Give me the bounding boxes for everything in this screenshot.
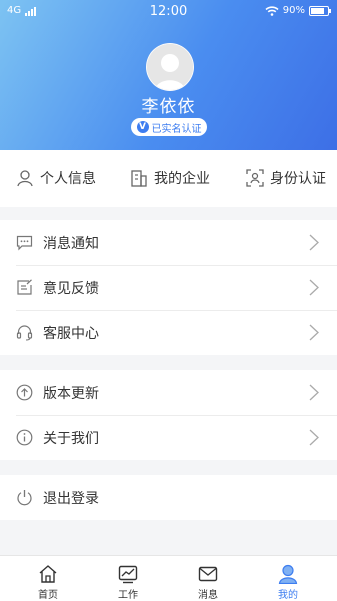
quick-item-id-verify[interactable]: 身份认证 xyxy=(246,168,326,188)
menu-item-label: 版本更新 xyxy=(43,386,99,402)
building-icon xyxy=(131,170,147,187)
person-icon xyxy=(17,170,33,187)
power-icon xyxy=(17,490,32,506)
profile-header: 4G 12:00 90% 李依依 V 已实名认证 xyxy=(0,0,337,150)
chevron-right-icon xyxy=(309,234,319,251)
home-icon xyxy=(39,565,57,583)
quick-item-label: 身份认证 xyxy=(270,171,326,187)
menu-item-label: 消息通知 xyxy=(43,236,99,252)
user-icon xyxy=(278,564,298,584)
menu-item-customer-service[interactable]: 客服中心 xyxy=(0,310,337,355)
menu-item-version-update[interactable]: 版本更新 xyxy=(0,370,337,415)
status-bar: 4G 12:00 90% xyxy=(0,0,337,24)
chevron-right-icon xyxy=(309,429,319,446)
battery-icon xyxy=(309,5,331,16)
menu-item-notifications[interactable]: 消息通知 xyxy=(0,220,337,265)
status-right: 90% xyxy=(265,5,331,16)
tab-label: 我的 xyxy=(278,590,298,601)
tab-messages[interactable]: 消息 xyxy=(166,556,250,601)
quick-item-label: 个人信息 xyxy=(40,171,96,187)
verified-badge: V 已实名认证 xyxy=(131,118,207,136)
battery-percent: 90% xyxy=(282,5,305,16)
menu-item-feedback[interactable]: 意见反馈 xyxy=(0,265,337,310)
tab-work[interactable]: 工作 xyxy=(86,556,170,601)
info-icon xyxy=(16,429,33,446)
bottom-tab-bar: 首页 工作 消息 我的 xyxy=(0,555,337,601)
avatar[interactable] xyxy=(146,43,194,91)
menu-item-about-us[interactable]: 关于我们 xyxy=(0,415,337,460)
chevron-right-icon xyxy=(309,384,319,401)
menu-group-2: 版本更新 关于我们 xyxy=(0,370,337,460)
menu-item-label: 关于我们 xyxy=(43,431,99,447)
menu-group-1: 消息通知 意见反馈 客服中心 xyxy=(0,220,337,355)
wifi-icon xyxy=(265,5,279,16)
user-name: 李依依 xyxy=(141,97,196,117)
tab-label: 消息 xyxy=(198,590,218,601)
message-icon xyxy=(16,235,33,251)
tab-label: 首页 xyxy=(38,590,58,601)
id-scan-icon xyxy=(246,169,264,187)
headset-icon xyxy=(16,325,33,341)
chevron-right-icon xyxy=(309,324,319,341)
default-avatar-icon xyxy=(147,44,193,90)
chevron-right-icon xyxy=(309,279,319,296)
verified-check-icon: V xyxy=(136,121,149,133)
tab-mine[interactable]: 我的 xyxy=(246,556,330,601)
tab-label: 工作 xyxy=(118,590,138,601)
logout-button[interactable]: 退出登录 xyxy=(0,475,337,520)
menu-item-label: 客服中心 xyxy=(43,326,99,342)
verified-label: 已实名认证 xyxy=(151,123,202,135)
quick-actions: 个人信息 我的企业 身份认证 xyxy=(0,150,337,207)
menu-group-3: 退出登录 xyxy=(0,475,337,520)
menu-item-label: 意见反馈 xyxy=(43,281,99,297)
mail-icon xyxy=(198,566,218,582)
quick-item-personal-info[interactable]: 个人信息 xyxy=(16,168,96,188)
chart-icon xyxy=(118,565,138,584)
upgrade-icon xyxy=(16,384,33,401)
tab-home[interactable]: 首页 xyxy=(6,556,90,601)
quick-item-label: 我的企业 xyxy=(154,171,210,187)
quick-item-my-company[interactable]: 我的企业 xyxy=(130,168,210,188)
feedback-icon xyxy=(17,279,32,295)
menu-item-label: 退出登录 xyxy=(43,491,99,507)
